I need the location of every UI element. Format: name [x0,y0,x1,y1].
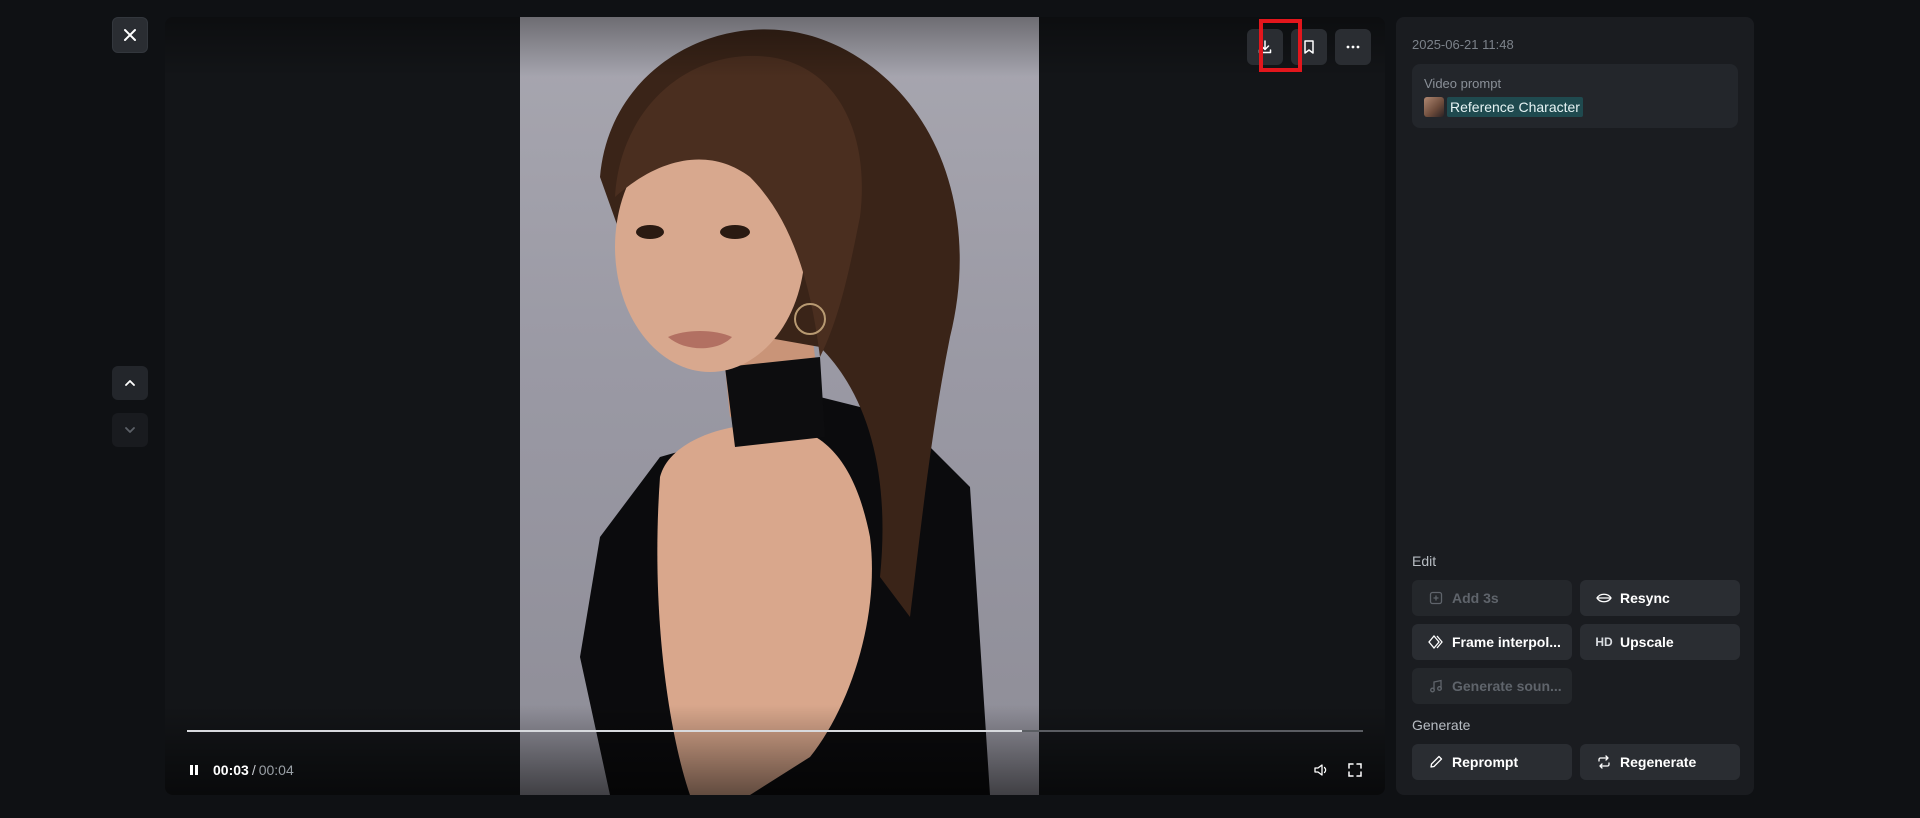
video-frame [520,17,1039,795]
portrait-figure [580,29,990,795]
current-time: 00:03 [213,762,249,778]
video-actions [1247,29,1371,65]
reference-character-label: Reference Character [1447,97,1583,117]
more-options-button[interactable] [1335,29,1371,65]
regenerate-label: Regenerate [1620,754,1697,770]
prompt-card: Video prompt Reference Character [1412,64,1738,128]
bookmark-icon [1304,40,1314,54]
close-button[interactable] [112,17,148,53]
close-icon [124,29,136,41]
video-viewer: 00:03/00:04 2025-06-21 11:48 Video promp… [0,0,1920,818]
generate-sound-label: Generate soun... [1452,678,1562,694]
player-controls: 00:03/00:04 [187,760,1363,780]
add-3s-button[interactable]: Add 3s [1412,580,1572,616]
frame-interpolation-label: Frame interpol... [1452,634,1561,650]
reprompt-button[interactable]: Reprompt [1412,744,1572,780]
details-sidebar: 2025-06-21 11:48 Video prompt Reference … [1396,17,1754,795]
bookmark-button[interactable] [1291,29,1327,65]
lips-icon [1596,590,1612,606]
upscale-label: Upscale [1620,634,1674,650]
player-right-controls [1313,762,1363,778]
upscale-button[interactable]: HD Upscale [1580,624,1740,660]
resync-label: Resync [1620,590,1670,606]
edit-section-label: Edit [1412,553,1437,569]
reference-thumbnail [1424,97,1444,117]
video-player[interactable]: 00:03/00:04 [165,17,1385,795]
more-horizontal-icon [1346,45,1360,49]
add-clip-icon [1428,590,1444,606]
generate-sound-button[interactable]: Generate soun... [1412,668,1572,704]
frame-interpolation-button[interactable]: Frame interpol... [1412,624,1572,660]
resync-button[interactable]: Resync [1580,580,1740,616]
repeat-icon [1596,754,1612,770]
reprompt-label: Reprompt [1452,754,1519,770]
chevron-up-icon [125,380,135,386]
diamond-frames-icon [1428,634,1444,650]
prompt-label: Video prompt [1424,76,1502,91]
reference-character-tag[interactable]: Reference Character [1424,97,1726,117]
generate-section-label: Generate [1412,717,1471,733]
total-time: 00:04 [258,762,294,778]
music-note-icon [1428,678,1444,694]
pencil-icon [1428,754,1444,770]
regenerate-button[interactable]: Regenerate [1580,744,1740,780]
download-button[interactable] [1247,29,1283,65]
volume-icon[interactable] [1313,762,1329,778]
time-display: 00:03/00:04 [213,762,294,778]
created-timestamp: 2025-06-21 11:48 [1412,37,1514,52]
next-item-button[interactable] [112,413,148,447]
progress-fill [187,730,1022,732]
previous-item-button[interactable] [112,366,148,400]
hd-icon: HD [1595,635,1613,649]
download-icon [1258,40,1272,54]
bottom-gradient [165,705,1385,795]
add-3s-label: Add 3s [1452,590,1499,606]
time-separator: / [251,762,256,778]
fullscreen-icon[interactable] [1347,762,1363,778]
pause-icon[interactable] [187,763,201,777]
chevron-down-icon [125,427,135,433]
progress-track[interactable] [187,730,1363,732]
top-gradient [165,17,1385,77]
